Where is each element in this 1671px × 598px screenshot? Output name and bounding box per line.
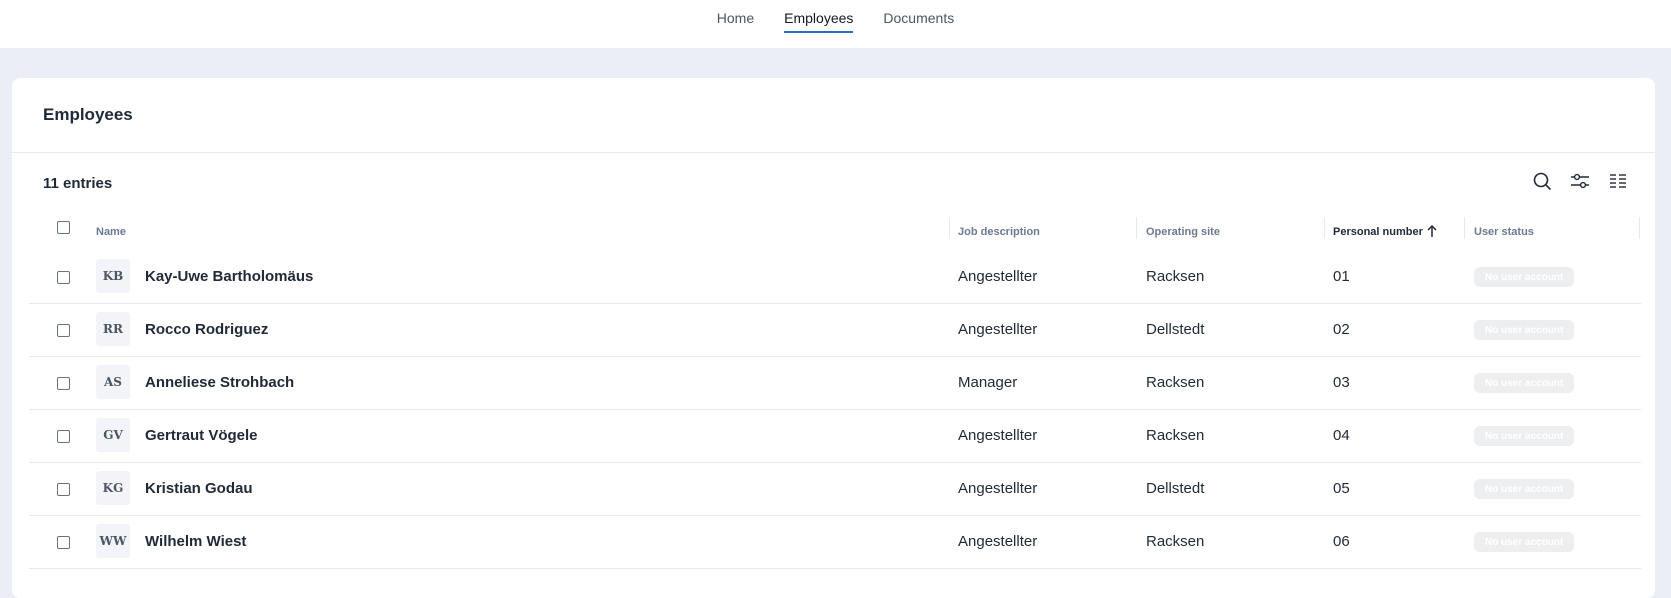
- operating-site: Racksen: [1146, 268, 1205, 285]
- job-description: Angestellter: [958, 321, 1038, 338]
- row-checkbox[interactable]: [57, 377, 70, 390]
- table-row[interactable]: GV Gertraut Vögele Angestellter Racksen …: [29, 410, 1641, 463]
- employee-name[interactable]: Anneliese Strohbach: [145, 374, 294, 391]
- table-row[interactable]: RR Rocco Rodriguez Angestellter Dellsted…: [29, 304, 1641, 357]
- operating-site: Dellstedt: [1146, 480, 1205, 497]
- avatar: WW: [96, 524, 130, 558]
- job-description: Manager: [958, 374, 1018, 391]
- status-badge: No user account: [1474, 532, 1575, 552]
- personal-number: 03: [1333, 374, 1350, 391]
- table-row[interactable]: KB Kay-Uwe Bartholomäus Angestellter Rac…: [29, 251, 1641, 304]
- status-badge: No user account: [1474, 426, 1575, 446]
- row-checkbox[interactable]: [57, 324, 70, 337]
- avatar: KG: [96, 471, 130, 505]
- column-divider: [1324, 217, 1325, 239]
- employee-name[interactable]: Rocco Rodriguez: [145, 321, 268, 338]
- table-header: Name Job description Operating site Pers…: [29, 215, 1641, 251]
- employee-name[interactable]: Kristian Godau: [145, 480, 253, 497]
- nav-employees[interactable]: Employees: [784, 10, 854, 33]
- personal-number: 01: [1333, 268, 1350, 285]
- status-badge: No user account: [1474, 320, 1575, 340]
- status-badge: No user account: [1474, 373, 1575, 393]
- row-checkbox[interactable]: [57, 430, 70, 443]
- search-icon[interactable]: [1531, 170, 1553, 192]
- personal-number: 05: [1333, 480, 1350, 497]
- toolbar-actions: [1531, 170, 1629, 192]
- column-divider: [1136, 217, 1137, 239]
- job-description: Angestellter: [958, 480, 1038, 497]
- table-row[interactable]: KG Kristian Godau Angestellter Dellstedt…: [29, 463, 1641, 516]
- table-row[interactable]: AS Anneliese Strohbach Manager Racksen 0…: [29, 357, 1641, 410]
- column-divider: [1639, 217, 1640, 239]
- employees-table: Name Job description Operating site Pers…: [29, 215, 1641, 569]
- row-checkbox[interactable]: [57, 271, 70, 284]
- employee-name[interactable]: Wilhelm Wiest: [145, 533, 246, 550]
- job-description: Angestellter: [958, 427, 1038, 444]
- operating-site: Racksen: [1146, 374, 1205, 391]
- card-header: Employees: [12, 78, 1655, 153]
- page-title: Employees: [43, 105, 133, 124]
- avatar: AS: [96, 365, 130, 399]
- job-description: Angestellter: [958, 533, 1038, 550]
- avatar: RR: [96, 312, 130, 346]
- nav-home[interactable]: Home: [717, 10, 754, 33]
- top-navigation: Home Employees Documents: [0, 0, 1671, 48]
- personal-number: 06: [1333, 533, 1350, 550]
- filter-sliders-icon[interactable]: [1569, 170, 1591, 192]
- employee-name[interactable]: Kay-Uwe Bartholomäus: [145, 268, 313, 285]
- column-header-site[interactable]: Operating site: [1146, 226, 1220, 238]
- column-header-job[interactable]: Job description: [958, 226, 1040, 238]
- column-divider: [1464, 217, 1465, 239]
- avatar: KB: [96, 259, 130, 293]
- column-header-user-status[interactable]: User status: [1474, 226, 1534, 238]
- sort-ascending-icon[interactable]: [1426, 224, 1438, 243]
- column-divider: [949, 217, 950, 239]
- employee-name[interactable]: Gertraut Vögele: [145, 427, 258, 444]
- nav-documents[interactable]: Documents: [883, 10, 954, 33]
- status-badge: No user account: [1474, 267, 1575, 287]
- employees-card: Employees 11 entries Name Job descriptio…: [12, 78, 1655, 598]
- column-header-name[interactable]: Name: [96, 226, 126, 238]
- personal-number: 02: [1333, 321, 1350, 338]
- column-header-personal-number[interactable]: Personal number: [1333, 226, 1423, 238]
- avatar: GV: [96, 418, 130, 452]
- row-checkbox[interactable]: [57, 536, 70, 549]
- select-all-checkbox[interactable]: [57, 221, 70, 234]
- personal-number: 04: [1333, 427, 1350, 444]
- entries-count: 11 entries: [43, 174, 113, 192]
- row-checkbox[interactable]: [57, 483, 70, 496]
- table-toolbar: 11 entries: [43, 168, 1655, 198]
- job-description: Angestellter: [958, 268, 1038, 285]
- status-badge: No user account: [1474, 479, 1575, 499]
- table-row[interactable]: WW Wilhelm Wiest Angestellter Racksen 06…: [29, 516, 1641, 569]
- operating-site: Racksen: [1146, 533, 1205, 550]
- columns-icon[interactable]: [1607, 170, 1629, 192]
- operating-site: Racksen: [1146, 427, 1205, 444]
- operating-site: Dellstedt: [1146, 321, 1205, 338]
